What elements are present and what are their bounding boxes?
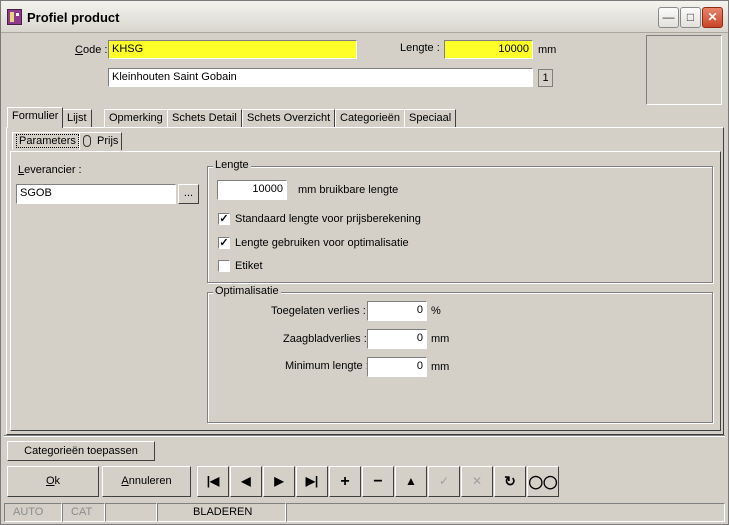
close-button[interactable]: ✕ <box>702 7 723 28</box>
lengte-label: Lengte : <box>400 42 440 54</box>
toegelaten-verlies-unit: % <box>431 305 441 317</box>
categorieen-toepassen-button[interactable]: Categorieën toepassen <box>7 441 155 461</box>
window-title: Profiel product <box>27 10 120 25</box>
subtab-parameters[interactable]: Parameters <box>12 132 83 150</box>
optimalisatie-lengte-checkbox[interactable]: ✓ <box>218 237 230 249</box>
up-icon[interactable]: ▲ <box>395 466 427 497</box>
code-field[interactable]: KHSG <box>108 40 357 59</box>
description-field[interactable]: Kleinhouten Saint Gobain <box>108 68 533 87</box>
first-record-icon[interactable]: |◀ <box>197 466 229 497</box>
bruikbare-lengte-field[interactable]: 10000 <box>217 180 287 200</box>
previous-record-icon[interactable]: ◀ <box>230 466 262 497</box>
status-cat: CAT <box>62 503 105 522</box>
toegelaten-verlies-field[interactable]: 0 <box>367 301 427 321</box>
zaagbladverlies-field[interactable]: 0 <box>367 329 427 349</box>
standaard-lengte-label: Standaard lengte voor prijsberekening <box>235 213 421 225</box>
next-record-icon[interactable]: ▶ <box>263 466 295 497</box>
status-empty <box>105 503 157 522</box>
optimalisatie-lengte-label: Lengte gebruiken voor optimalisatie <box>235 237 409 249</box>
minimum-lengte-label: Minimum lengte : <box>285 360 369 372</box>
title-bar[interactable]: Profiel product — □ ✕ <box>1 1 728 33</box>
standaard-lengte-checkbox[interactable]: ✓ <box>218 213 230 225</box>
separator <box>4 435 725 437</box>
refresh-icon[interactable]: ↻ <box>494 466 526 497</box>
app-icon <box>7 9 22 25</box>
binoculars-icon[interactable]: ◯◯ <box>527 466 559 497</box>
count-badge: 1 <box>538 69 553 87</box>
code-label: Code : <box>75 44 108 56</box>
tab-formulier[interactable]: Formulier <box>7 107 64 128</box>
product-image-box[interactable] <box>646 35 722 105</box>
confirm-icon[interactable]: ✓ <box>428 466 460 497</box>
lengte-unit: mm <box>538 44 557 56</box>
lengte-field[interactable]: 10000 <box>444 40 533 59</box>
toegelaten-verlies-label: Toegelaten verlies : <box>271 305 366 317</box>
add-record-icon[interactable]: + <box>329 466 361 497</box>
status-mode: BLADEREN <box>157 503 286 522</box>
subtab-prijs[interactable]: Prijs <box>79 132 123 150</box>
maximize-button[interactable]: □ <box>680 7 701 28</box>
last-record-icon[interactable]: ▶| <box>296 466 328 497</box>
leverancier-label: Leverancier : <box>18 164 82 176</box>
bruikbare-lengte-label: mm bruikbare lengte <box>298 184 399 196</box>
subtab-parameters-label: Parameters <box>16 134 79 148</box>
profiel-product-window: Profiel product — □ ✕ Code : KHSG Lengte… <box>0 0 729 525</box>
cancel-icon[interactable]: ✕ <box>461 466 493 497</box>
annuleren-button[interactable]: Annuleren <box>102 466 191 497</box>
tab-categorieen[interactable]: Categorieën <box>335 109 405 127</box>
optimalisatie-group-title: Optimalisatie <box>213 285 281 297</box>
tab-schets-detail[interactable]: Schets Detail <box>167 109 242 127</box>
leverancier-browse-button[interactable]: ... <box>178 184 199 204</box>
ok-button[interactable]: Ok <box>7 466 99 497</box>
etiket-label: Etiket <box>235 260 263 272</box>
tab-schets-overzicht[interactable]: Schets Overzicht <box>242 109 336 127</box>
etiket-checkbox[interactable] <box>218 260 230 272</box>
paperclip-icon <box>83 135 91 148</box>
status-auto: AUTO <box>4 503 62 522</box>
subtab-prijs-label: Prijs <box>97 135 119 147</box>
delete-record-icon[interactable]: − <box>362 466 394 497</box>
minimum-lengte-field[interactable]: 0 <box>367 357 427 377</box>
leverancier-field[interactable]: SGOB <box>16 184 176 204</box>
minimum-lengte-unit: mm <box>431 361 450 373</box>
lengte-group-title: Lengte <box>213 159 251 171</box>
status-message <box>286 503 725 522</box>
zaagbladverlies-label: Zaagbladverlies : <box>283 333 367 345</box>
zaagbladverlies-unit: mm <box>431 333 450 345</box>
tab-opmerking[interactable]: Opmerking <box>104 109 168 127</box>
tab-speciaal[interactable]: Speciaal <box>404 109 457 127</box>
tab-lijst[interactable]: Lijst <box>62 109 92 127</box>
minimize-button[interactable]: — <box>658 7 679 28</box>
